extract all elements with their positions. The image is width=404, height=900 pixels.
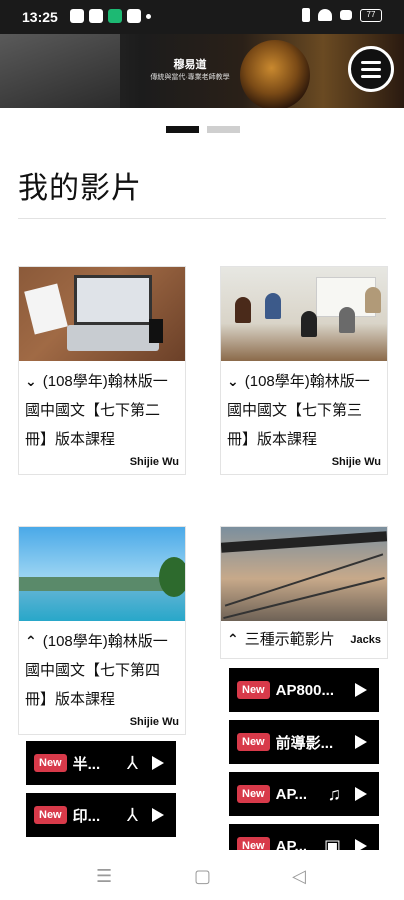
video-item[interactable]: New AP... ♫ bbox=[229, 772, 379, 816]
play-icon[interactable] bbox=[355, 683, 367, 697]
new-badge: New bbox=[237, 785, 270, 803]
chevron-up-icon[interactable]: ⌃ bbox=[25, 627, 37, 656]
music-icon: ♫ bbox=[327, 783, 342, 804]
notification-icons bbox=[70, 9, 151, 23]
card-title: (108學年)翰林版一國中國文【七下第二冊】版本課程 bbox=[25, 373, 168, 448]
card-title: 三種示範影片 bbox=[244, 631, 335, 648]
play-icon[interactable] bbox=[152, 756, 164, 770]
pager-dot-active[interactable] bbox=[166, 126, 199, 133]
vibrate-icon bbox=[302, 8, 310, 22]
video-title: AP... bbox=[275, 785, 308, 803]
new-badge: New bbox=[237, 733, 270, 751]
video-item[interactable]: New 前導影... bbox=[229, 720, 379, 764]
banner-image-left bbox=[0, 34, 120, 108]
pager-dot[interactable] bbox=[207, 126, 240, 133]
play-icon[interactable] bbox=[152, 808, 164, 822]
card-author: Shijie Wu bbox=[129, 456, 179, 468]
divider bbox=[18, 218, 386, 219]
card-thumbnail[interactable] bbox=[19, 527, 185, 621]
card-title: (108學年)翰林版一國中國文【七下第四冊】版本課程 bbox=[25, 633, 168, 708]
new-badge: New bbox=[237, 681, 270, 699]
course-card[interactable]: ⌄ (108學年)翰林版一國中國文【七下第二冊】版本課程 Shijie Wu bbox=[18, 266, 186, 475]
chat-icon bbox=[89, 9, 103, 23]
system-nav-bar: ☰ ▢ ◁ bbox=[0, 850, 404, 900]
card-author: Shijie Wu bbox=[129, 716, 179, 728]
chevron-up-icon[interactable]: ⌃ bbox=[227, 627, 239, 651]
battery-icon: 77 bbox=[360, 8, 382, 22]
video-title: AP800... bbox=[275, 681, 334, 699]
video-icon bbox=[127, 9, 141, 23]
play-icon[interactable] bbox=[355, 735, 367, 749]
wifi-icon bbox=[318, 9, 332, 21]
card-author: Shijie Wu bbox=[331, 456, 381, 468]
new-badge: New bbox=[34, 754, 67, 772]
sim-icon bbox=[340, 10, 352, 20]
new-badge: New bbox=[34, 806, 67, 824]
more-dot-icon bbox=[146, 13, 151, 19]
recent-apps-icon[interactable]: ☰ bbox=[96, 866, 112, 887]
back-icon[interactable]: ◁ bbox=[292, 866, 306, 887]
banner-title: 穆易道 bbox=[173, 59, 207, 71]
card-author: Jacks bbox=[350, 633, 381, 646]
header-banner[interactable]: 穆易道 傳統與當代·專業老師教學 bbox=[0, 34, 404, 108]
play-icon[interactable] bbox=[355, 787, 367, 801]
chevron-down-icon[interactable]: ⌄ bbox=[227, 367, 239, 396]
banner-pager bbox=[166, 126, 240, 133]
course-card[interactable]: ⌄ (108學年)翰林版一國中國文【七下第三冊】版本課程 Shijie Wu bbox=[220, 266, 388, 475]
card-thumbnail[interactable] bbox=[221, 267, 387, 361]
video-item[interactable]: New AP800... bbox=[229, 668, 379, 712]
card-title: (108學年)翰林版一國中國文【七下第三冊】版本課程 bbox=[227, 373, 370, 448]
course-card[interactable]: ⌃ (108學年)翰林版一國中國文【七下第四冊】版本課程 Shijie Wu bbox=[18, 526, 186, 735]
video-title: 半... bbox=[72, 755, 101, 773]
pdf-icon: ⅄ bbox=[127, 804, 138, 825]
status-bar: 13:25 77 bbox=[0, 0, 404, 34]
home-icon[interactable]: ▢ bbox=[194, 866, 211, 887]
settings-icon bbox=[70, 9, 84, 23]
card-thumbnail[interactable] bbox=[19, 267, 185, 361]
banner-subtitle: 傳統與當代·專業老師教學 bbox=[150, 74, 230, 81]
video-item[interactable]: New 印... ⅄ bbox=[26, 793, 176, 837]
page-title: 我的影片 bbox=[18, 172, 142, 205]
course-card[interactable]: ⌃ 三種示範影片 Jacks bbox=[220, 526, 388, 659]
video-title: 印... bbox=[72, 807, 101, 825]
video-title: 前導影... bbox=[275, 734, 334, 752]
status-time: 13:25 bbox=[22, 9, 58, 25]
banner-image-cup bbox=[240, 40, 310, 108]
hamburger-menu-icon[interactable] bbox=[348, 46, 394, 92]
app-icon bbox=[108, 9, 122, 23]
system-icons: 77 bbox=[302, 8, 382, 22]
card-thumbnail[interactable] bbox=[221, 527, 387, 621]
chevron-down-icon[interactable]: ⌄ bbox=[25, 367, 37, 396]
pdf-icon: ⅄ bbox=[127, 752, 138, 773]
video-item[interactable]: New 半... ⅄ bbox=[26, 741, 176, 785]
